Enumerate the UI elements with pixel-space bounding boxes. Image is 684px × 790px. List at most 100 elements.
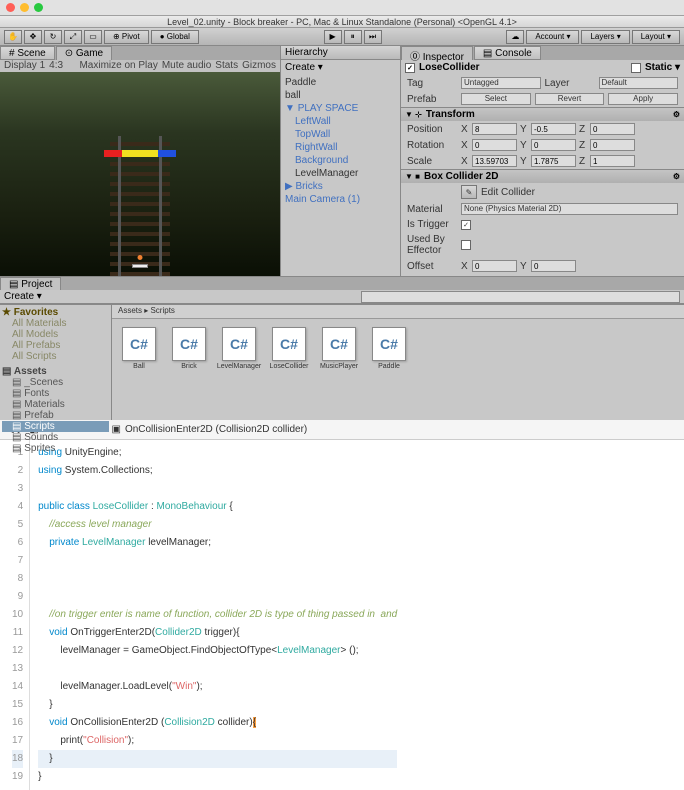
csharp-icon: C#	[272, 327, 306, 361]
script-asset[interactable]: C#Ball	[120, 327, 158, 412]
hierarchy-item[interactable]: RightWall	[283, 141, 398, 154]
favorites-header[interactable]: ★ Favorites	[2, 307, 109, 318]
folder-item[interactable]: ▤ Sprites	[2, 443, 109, 454]
play-button[interactable]: ▶	[324, 30, 342, 44]
maximize-toggle[interactable]: Maximize on Play	[79, 60, 157, 72]
project-search-input[interactable]	[361, 291, 680, 303]
apply-button[interactable]: Apply	[608, 93, 678, 105]
layer-dropdown[interactable]: Default	[599, 77, 679, 89]
stats-toggle[interactable]: Stats	[215, 60, 238, 72]
material-field[interactable]: None (Physics Material 2D)	[461, 203, 678, 215]
step-button[interactable]: ⏭	[364, 30, 382, 44]
project-create-dropdown[interactable]: Create ▾	[4, 291, 42, 302]
scale-tool-button[interactable]: ⤢	[64, 30, 82, 44]
zoom-icon[interactable]	[34, 3, 43, 12]
hierarchy-item[interactable]: Paddle	[283, 76, 398, 89]
tab-scene[interactable]: # Scene	[0, 46, 55, 60]
script-asset[interactable]: C#LevelManager	[220, 327, 258, 412]
create-dropdown[interactable]: Create ▾	[285, 62, 323, 73]
hierarchy-item[interactable]: Main Camera (1)	[283, 193, 398, 206]
game-view[interactable]	[0, 72, 280, 276]
trigger-checkbox[interactable]: ✓	[461, 220, 471, 230]
hierarchy-item[interactable]: LeftWall	[283, 115, 398, 128]
brick	[122, 150, 140, 157]
move-tool-button[interactable]: ✥	[24, 30, 42, 44]
asset-label: LevelManager	[217, 363, 261, 370]
script-asset[interactable]: C# Paddle	[370, 327, 408, 412]
static-checkbox[interactable]	[631, 63, 641, 73]
asset-label: Paddle	[378, 363, 400, 370]
fav-item[interactable]: All Scripts	[2, 351, 109, 362]
script-asset[interactable]: C#LoseCollider	[270, 327, 308, 412]
assets-header[interactable]: ▤ Assets	[2, 366, 109, 377]
revert-button[interactable]: Revert	[535, 93, 605, 105]
rect-tool-button[interactable]: ▭	[84, 30, 102, 44]
box-collider-component[interactable]: ▼ ■ Box Collider 2D⚙	[401, 169, 684, 183]
folder-item[interactable]: ▤ Fonts	[2, 388, 109, 399]
layers-dropdown[interactable]: Layers ▾	[581, 30, 629, 44]
nav-method[interactable]: OnCollisionEnter2D (Collision2D collider…	[125, 424, 307, 435]
offset-x-field[interactable]	[472, 260, 517, 272]
code-lines[interactable]: using UnityEngine;using System.Collectio…	[30, 440, 405, 790]
pos-z-field[interactable]	[590, 123, 635, 135]
close-icon[interactable]	[6, 3, 15, 12]
scl-y-field[interactable]	[531, 155, 576, 167]
folder-item[interactable]: ▤ Prefab	[2, 410, 109, 421]
tag-dropdown[interactable]: Untagged	[461, 77, 541, 89]
gizmos-toggle[interactable]: Gizmos	[242, 60, 276, 72]
minimize-icon[interactable]	[20, 3, 29, 12]
layout-dropdown[interactable]: Layout ▾	[632, 30, 680, 44]
gameobject-name[interactable]: LoseCollider	[419, 62, 627, 73]
hand-tool-button[interactable]: ✋	[4, 30, 22, 44]
rot-z-field[interactable]	[590, 139, 635, 151]
tab-console[interactable]: ▤ Console	[474, 46, 541, 60]
script-asset[interactable]: C#Brick	[170, 327, 208, 412]
cloud-button[interactable]: ☁	[506, 30, 524, 44]
global-button[interactable]: ● Global	[151, 30, 199, 44]
tag-label: Tag	[407, 78, 457, 89]
account-dropdown[interactable]: Account ▾	[526, 30, 579, 44]
fav-item[interactable]: All Materials	[2, 318, 109, 329]
mute-toggle[interactable]: Mute audio	[162, 60, 211, 72]
select-button[interactable]: Select	[461, 93, 531, 105]
fav-item[interactable]: All Models	[2, 329, 109, 340]
hierarchy-item[interactable]: ▶ Bricks	[283, 180, 398, 193]
breadcrumb[interactable]: Assets ▸ Scripts	[112, 305, 684, 319]
rot-x-field[interactable]	[472, 139, 517, 151]
script-asset[interactable]: C#MusicPlayer	[320, 327, 358, 412]
hierarchy-item[interactable]: LevelManager	[283, 167, 398, 180]
hierarchy-item[interactable]: Background	[283, 154, 398, 167]
tab-game[interactable]: ⊙ Game	[56, 46, 112, 60]
scl-x-field[interactable]	[472, 155, 517, 167]
folder-item-selected[interactable]: ▤ Scripts	[2, 421, 109, 432]
folder-item[interactable]: ▤ Sounds	[2, 432, 109, 443]
rotate-tool-button[interactable]: ↻	[44, 30, 62, 44]
code-area[interactable]: 12345678910111213141516171819 using Unit…	[0, 440, 684, 790]
edit-collider-icon[interactable]: ✎	[461, 185, 477, 199]
rot-y-field[interactable]	[531, 139, 576, 151]
effector-checkbox[interactable]	[461, 240, 471, 250]
offset-y-field[interactable]	[531, 260, 576, 272]
asset-label: MusicPlayer	[320, 363, 358, 370]
pos-x-field[interactable]	[472, 123, 517, 135]
prefab-label: Prefab	[407, 94, 457, 105]
display-dropdown[interactable]: Display 1	[4, 60, 45, 72]
hierarchy-item[interactable]: ball	[283, 89, 398, 102]
csharp-icon: C#	[372, 327, 406, 361]
static-dropdown[interactable]: Static ▾	[645, 62, 680, 73]
pos-y-field[interactable]	[531, 123, 576, 135]
transform-component[interactable]: ▼ ⊹ Transform⚙	[401, 107, 684, 121]
folder-item[interactable]: ▤ Materials	[2, 399, 109, 410]
tab-project[interactable]: ▤ Project	[0, 277, 61, 290]
tab-inspector[interactable]: ⓪ Inspector	[401, 46, 473, 60]
hierarchy-item[interactable]: TopWall	[283, 128, 398, 141]
fav-item[interactable]: All Prefabs	[2, 340, 109, 351]
folder-item[interactable]: ▤ _Scenes	[2, 377, 109, 388]
enabled-checkbox[interactable]: ✓	[405, 63, 415, 73]
pause-button[interactable]: ⏸	[344, 30, 362, 44]
project-panel: ★ Favorites All Materials All Models All…	[0, 304, 684, 420]
hierarchy-item[interactable]: ▼ PLAY SPACE	[283, 102, 398, 115]
scl-z-field[interactable]	[590, 155, 635, 167]
aspect-dropdown[interactable]: 4:3	[49, 60, 63, 72]
pivot-button[interactable]: ⊕ Pivot	[104, 30, 149, 44]
